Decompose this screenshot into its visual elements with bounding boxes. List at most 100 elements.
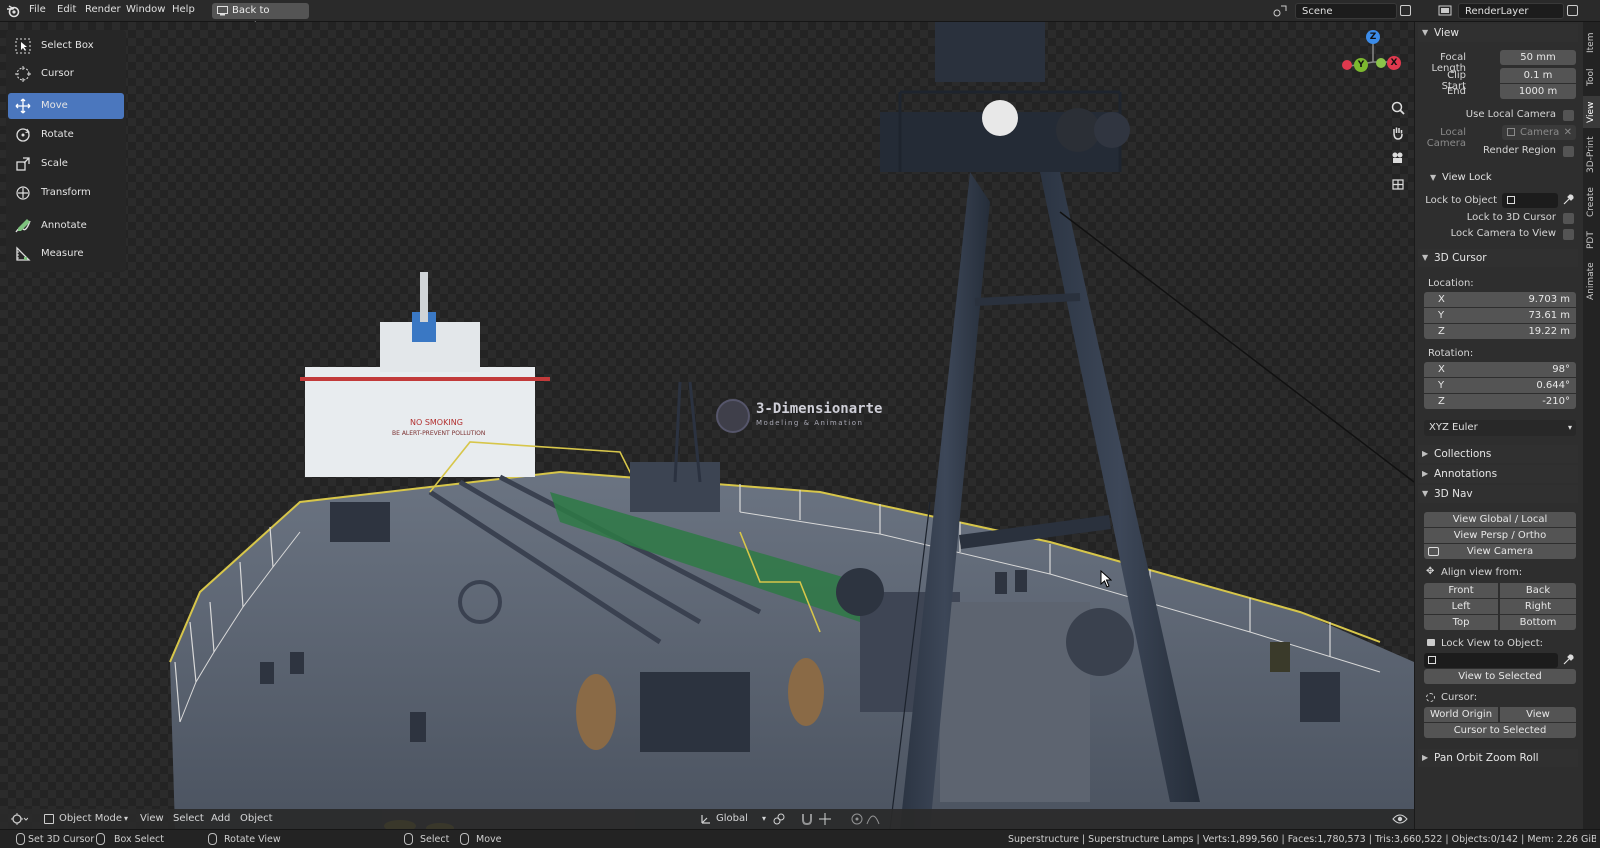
cursor-rotation-y-field[interactable]: Y 0.644° (1424, 378, 1576, 393)
eyedropper-icon[interactable] (1562, 654, 1574, 666)
falloff-icon[interactable] (866, 812, 880, 826)
panel-header-3d-nav[interactable]: ▼ 3D Nav (1418, 485, 1578, 503)
new-layer-icon[interactable] (1567, 5, 1578, 16)
panel-header-annotations[interactable]: ▶ Annotations (1418, 465, 1578, 483)
view-camera-button[interactable]: View Camera (1424, 544, 1576, 559)
cursor-world-origin-button[interactable]: World Origin (1424, 707, 1498, 722)
scale-icon (16, 157, 30, 171)
visibility-eye-icon[interactable] (1392, 812, 1408, 826)
view-global-local-button[interactable]: View Global / Local (1424, 512, 1576, 527)
panel-header-collections[interactable]: ▶ Collections (1418, 445, 1578, 463)
transform-orientation-dropdown[interactable]: Global ▾ (698, 811, 768, 827)
cursor-rotation-z-field[interactable]: Z -210° (1424, 394, 1576, 409)
grid-view-icon[interactable] (1390, 176, 1406, 192)
cursor-to-selected-button[interactable]: Cursor to Selected (1424, 723, 1576, 738)
tab-pdt[interactable]: PDT (1583, 226, 1600, 254)
eyedropper-icon[interactable] (1562, 194, 1574, 206)
back-to-previous-button[interactable]: Back to Previous (212, 3, 309, 32)
align-back-button[interactable]: Back (1500, 583, 1576, 598)
rotation-mode-value: XYZ Euler (1429, 422, 1478, 433)
tab-item[interactable]: Item (1583, 28, 1600, 58)
lock-camera-to-view-checkbox[interactable] (1563, 229, 1574, 240)
header-menu-object[interactable]: Object (240, 813, 273, 824)
gizmo-y-axis[interactable]: Y (1354, 58, 1368, 72)
camera-small-icon (1507, 128, 1515, 136)
tool-label: Annotate (41, 220, 87, 231)
tab-tool[interactable]: Tool (1583, 62, 1600, 92)
navigation-gizmo[interactable]: Z Y X (1340, 30, 1410, 90)
align-left-button[interactable]: Left (1424, 599, 1498, 614)
new-scene-icon[interactable] (1400, 5, 1411, 16)
object-mode-dropdown[interactable]: Object Mode ▾ (42, 811, 130, 827)
pan-hand-icon[interactable] (1390, 125, 1406, 141)
lock-to-object-field[interactable] (1502, 193, 1558, 208)
blender-logo-icon[interactable] (6, 4, 20, 18)
tab-view[interactable]: View (1583, 96, 1600, 128)
clip-end-field[interactable]: 1000 m (1500, 84, 1576, 99)
local-camera-value: Camera (1520, 127, 1560, 138)
view-persp-ortho-button[interactable]: View Persp / Ortho (1424, 528, 1576, 543)
clip-start-field[interactable]: 0.1 m (1500, 68, 1576, 83)
tool-cursor[interactable]: Cursor (8, 61, 124, 87)
tool-measure[interactable]: Measure (8, 241, 124, 267)
scene-selector[interactable]: Scene (1295, 3, 1397, 19)
tab-create[interactable]: Create (1583, 182, 1600, 222)
cursor-rotation-label: Rotation: (1428, 348, 1474, 359)
tool-transform[interactable]: Transform (8, 180, 124, 206)
render-region-checkbox[interactable] (1563, 146, 1574, 157)
pivot-point-icon[interactable] (772, 812, 786, 826)
tool-annotate[interactable]: Annotate (8, 213, 124, 239)
align-top-button[interactable]: Top (1424, 615, 1498, 630)
snap-target-icon[interactable] (818, 812, 832, 826)
gizmo-x-dot[interactable] (1342, 60, 1352, 70)
zoom-icon[interactable] (1390, 100, 1406, 116)
header-menu-select[interactable]: Select (173, 813, 204, 824)
render-layer-selector[interactable]: RenderLayer (1458, 3, 1564, 19)
tool-move[interactable]: Move (8, 93, 124, 119)
panel-header-pan-orbit-zoom-roll[interactable]: ▶ Pan Orbit Zoom Roll (1418, 749, 1578, 767)
tab-3d-print[interactable]: 3D-Print (1583, 132, 1600, 178)
menu-file[interactable]: File (29, 4, 46, 15)
header-menu-add[interactable]: Add (211, 813, 230, 824)
menu-window[interactable]: Window (126, 4, 165, 15)
use-local-camera-checkbox[interactable] (1563, 110, 1574, 121)
cursor-rotation-x-field[interactable]: X 98° (1424, 362, 1576, 377)
subpanel-header-view-lock[interactable]: ▼ View Lock (1428, 170, 1578, 186)
proportional-edit-icon[interactable] (850, 812, 864, 826)
cursor-location-y-field[interactable]: Y 73.61 m (1424, 308, 1576, 323)
snap-icon[interactable] (800, 812, 814, 826)
rotation-mode-dropdown[interactable]: XYZ Euler ▾ (1424, 420, 1576, 436)
gizmo-z-axis[interactable]: Z (1366, 30, 1380, 44)
panel-header-view[interactable]: ▼ View (1418, 24, 1578, 42)
top-bar: File Edit Render Window Help Back to Pre… (0, 0, 1600, 32)
menu-render[interactable]: Render (85, 4, 121, 15)
view-to-selected-button[interactable]: View to Selected (1424, 669, 1576, 684)
editor-type-icon[interactable] (10, 812, 28, 826)
menu-edit[interactable]: Edit (57, 4, 76, 15)
header-menu-view[interactable]: View (140, 813, 164, 824)
menu-help[interactable]: Help (172, 4, 195, 15)
clear-x-icon[interactable]: ✕ (1564, 125, 1572, 140)
align-front-button[interactable]: Front (1424, 583, 1498, 598)
focal-length-field[interactable]: 50 mm (1500, 50, 1576, 65)
align-bottom-button[interactable]: Bottom (1500, 615, 1576, 630)
local-camera-field[interactable]: Camera ✕ (1502, 125, 1576, 140)
mouse-left-icon (16, 833, 25, 845)
cursor-view-button[interactable]: View (1500, 707, 1576, 722)
tool-scale[interactable]: Scale (8, 151, 124, 177)
lock-view-object-field[interactable] (1424, 653, 1558, 668)
cursor-location-z-field[interactable]: Z 19.22 m (1424, 324, 1576, 339)
cursor-location-x-field[interactable]: X 9.703 m (1424, 292, 1576, 307)
lock-to-3d-cursor-checkbox[interactable] (1563, 213, 1574, 224)
panel-header-3d-cursor[interactable]: ▼ 3D Cursor (1418, 249, 1578, 267)
gizmo-y-dot[interactable] (1376, 58, 1386, 68)
align-right-button[interactable]: Right (1500, 599, 1576, 614)
tool-select-box[interactable]: Select Box (8, 33, 124, 59)
cursor-icon (15, 66, 31, 82)
tab-animate[interactable]: Animate (1583, 258, 1600, 304)
gizmo-x-axis[interactable]: X (1387, 56, 1401, 70)
3d-viewport[interactable]: NO SMOKING BE ALERT-PREVENT POLLUTION 3-… (0, 22, 1414, 829)
tool-rotate[interactable]: Rotate (8, 122, 124, 148)
mouse-left-click-icon (404, 833, 413, 845)
camera-icon[interactable] (1390, 150, 1406, 166)
